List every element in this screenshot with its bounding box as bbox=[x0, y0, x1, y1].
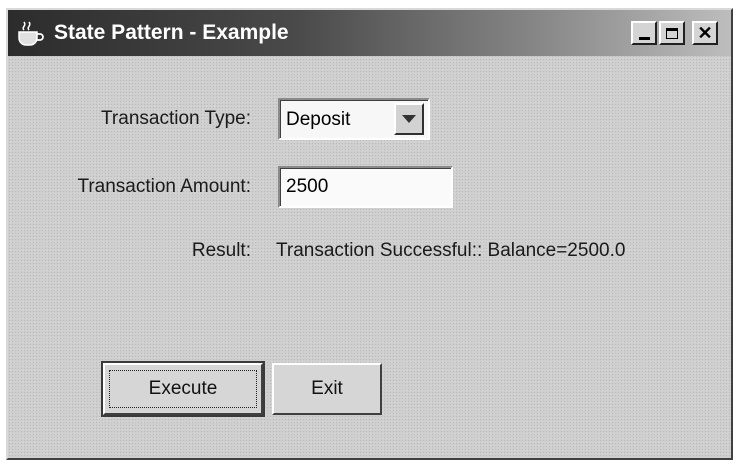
maximize-button[interactable] bbox=[659, 21, 685, 45]
minimize-icon bbox=[638, 36, 650, 40]
execute-button[interactable]: Execute bbox=[101, 361, 265, 417]
close-button[interactable]: ✕ bbox=[692, 21, 718, 45]
close-icon: ✕ bbox=[697, 23, 713, 43]
execute-button-label: Execute bbox=[109, 370, 257, 408]
result-value: Transaction Successful:: Balance=2500.0 bbox=[276, 240, 626, 261]
chevron-down-icon bbox=[402, 115, 416, 123]
transaction-type-select[interactable]: Deposit bbox=[278, 98, 430, 140]
app-window: State Pattern - Example ✕ Transaction Ty… bbox=[6, 8, 733, 460]
exit-button[interactable]: Exit bbox=[272, 363, 382, 415]
dropdown-arrow-button[interactable] bbox=[394, 103, 424, 135]
title-bar[interactable]: State Pattern - Example ✕ bbox=[8, 10, 731, 56]
result-label: Result: bbox=[191, 240, 251, 261]
transaction-type-label: Transaction Type: bbox=[101, 108, 251, 129]
transaction-amount-label: Transaction Amount: bbox=[77, 176, 251, 197]
window-title: State Pattern - Example bbox=[54, 21, 289, 44]
maximize-icon bbox=[666, 27, 678, 39]
minimize-button[interactable] bbox=[631, 21, 657, 45]
transaction-amount-input[interactable] bbox=[278, 166, 453, 208]
transaction-type-value: Deposit bbox=[286, 109, 351, 130]
java-coffee-cup-icon[interactable] bbox=[15, 20, 45, 46]
